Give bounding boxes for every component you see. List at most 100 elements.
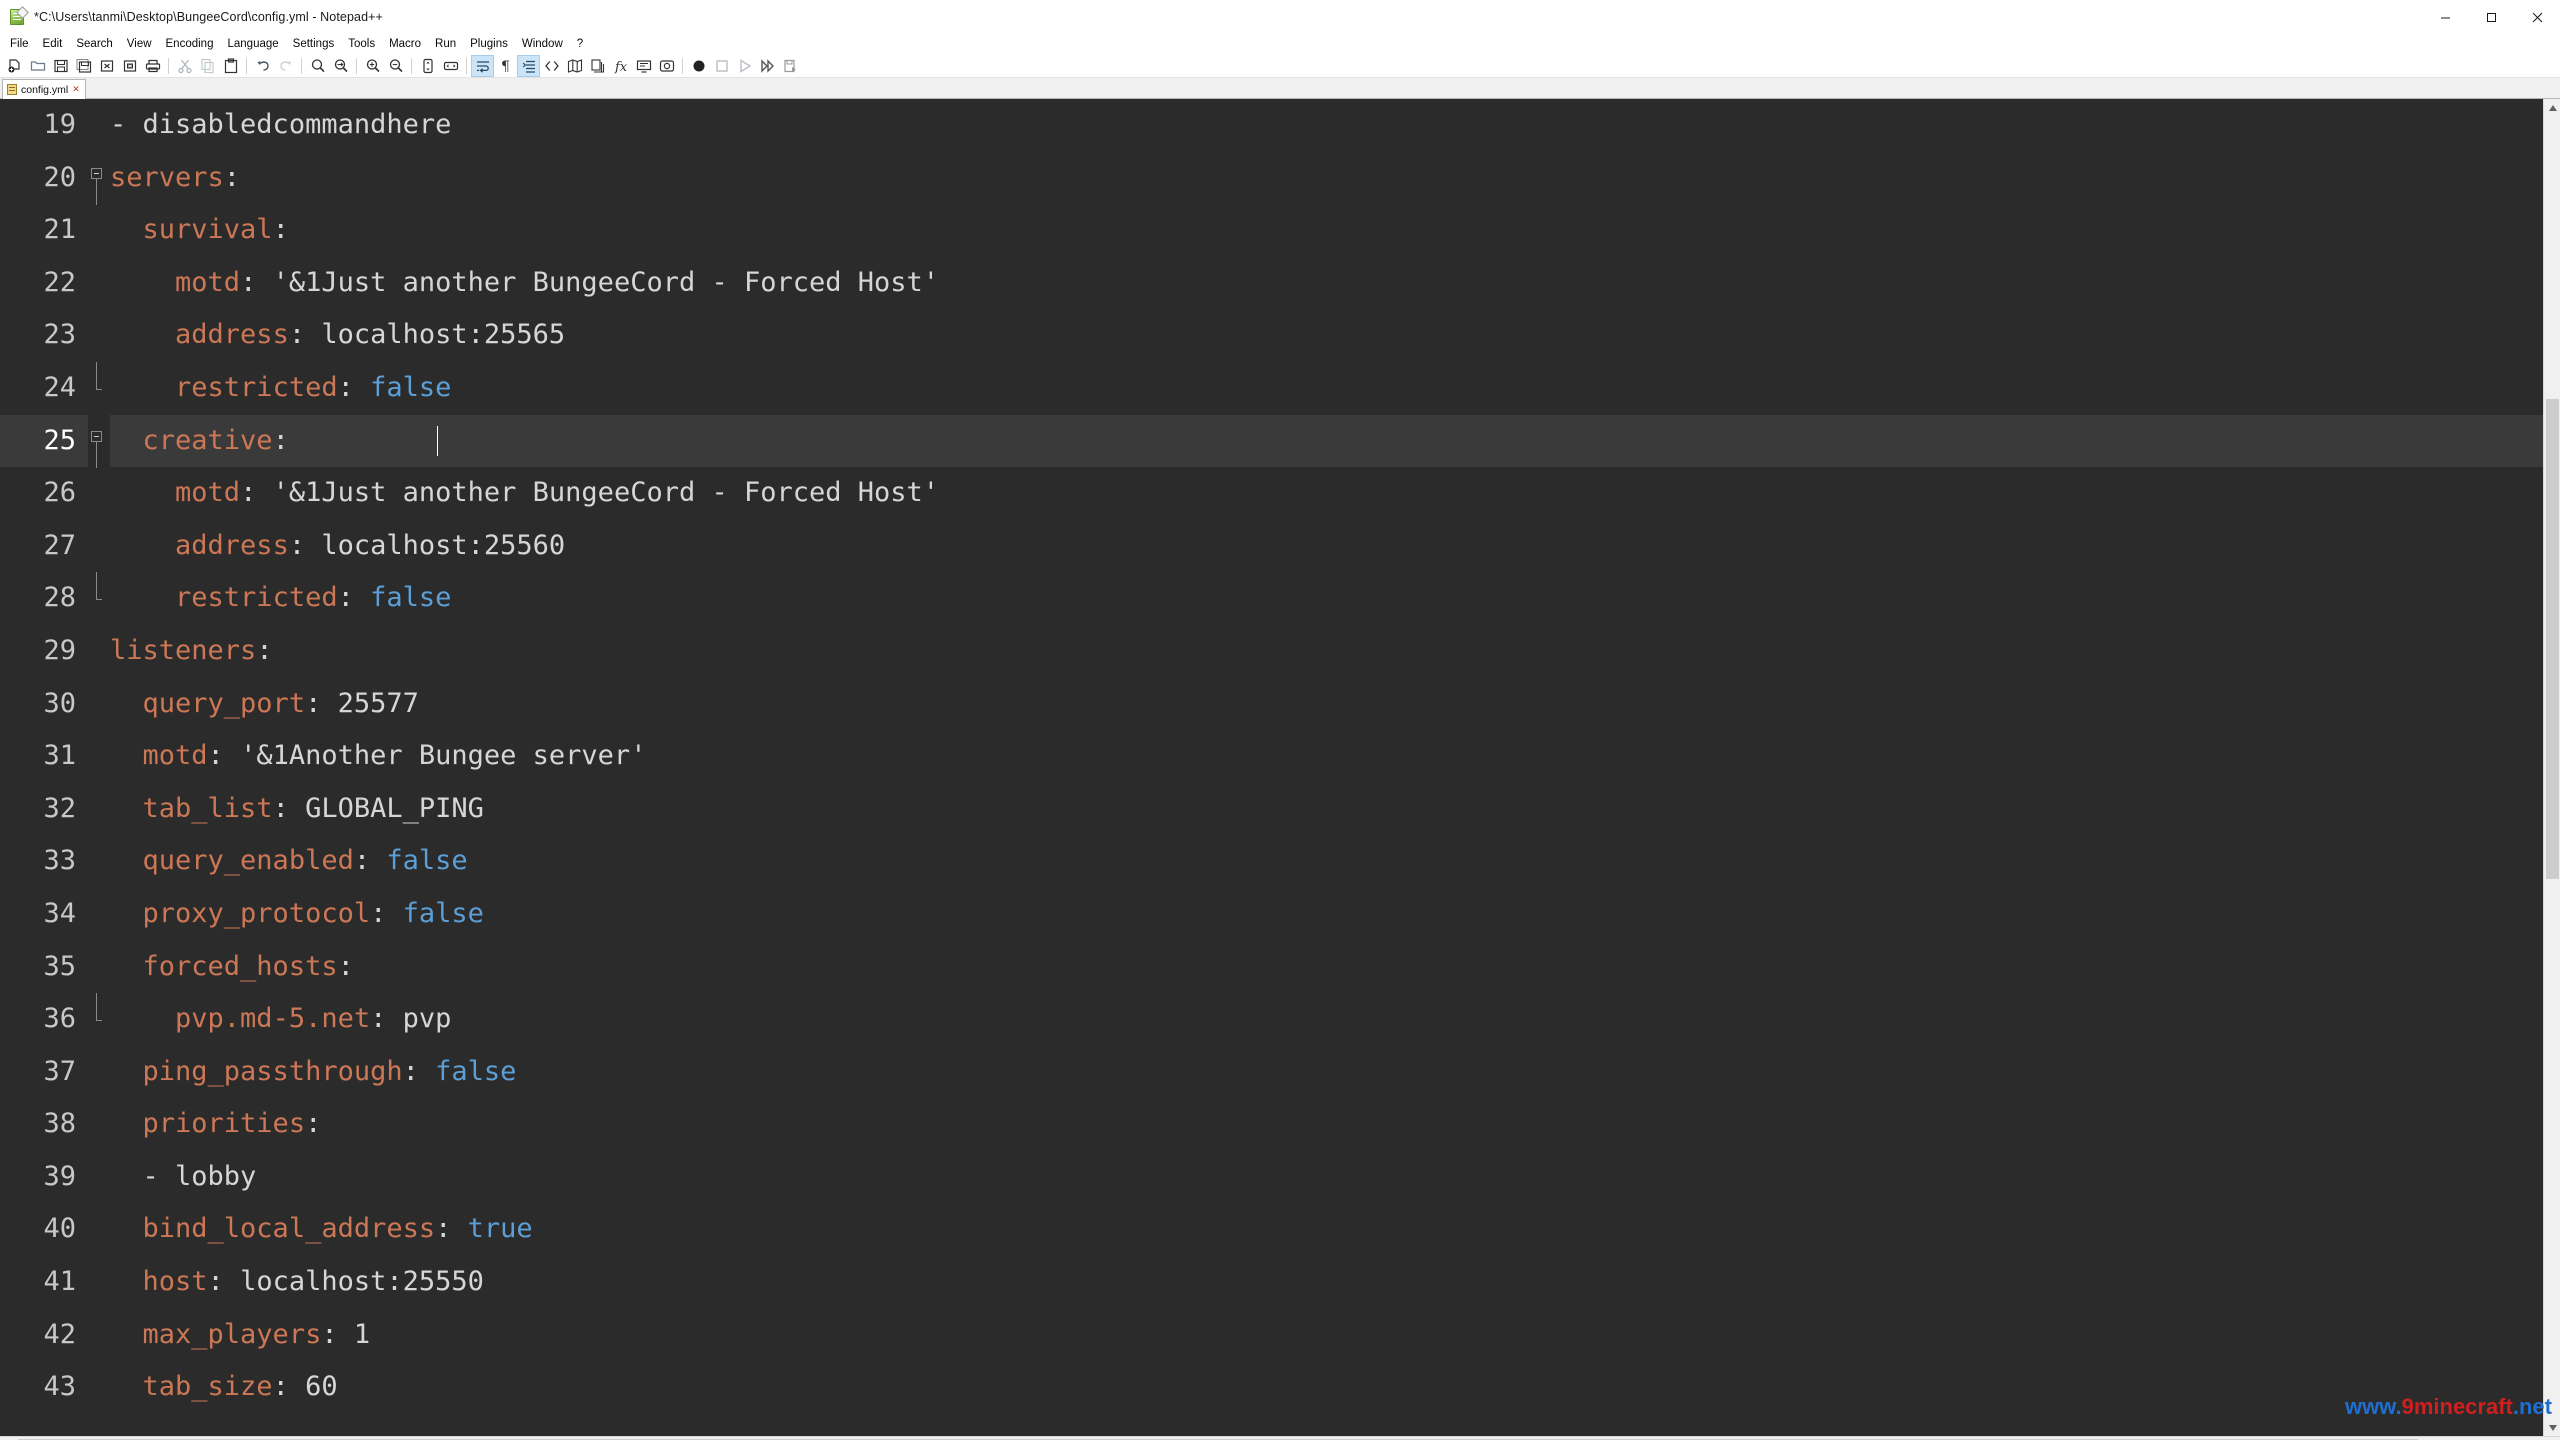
menu-item-language[interactable]: Language bbox=[220, 35, 285, 54]
scroll-down-icon[interactable] bbox=[2544, 1419, 2560, 1436]
close-button[interactable] bbox=[2514, 0, 2560, 34]
menu-item-[interactable]: ? bbox=[570, 35, 590, 54]
menu-item-view[interactable]: View bbox=[120, 35, 159, 54]
menu-item-settings[interactable]: Settings bbox=[286, 35, 342, 54]
zoom-in-icon[interactable] bbox=[361, 55, 384, 77]
sync-horizontal-scroll-icon[interactable] bbox=[439, 55, 462, 77]
menu-item-edit[interactable]: Edit bbox=[36, 35, 70, 54]
save-icon[interactable] bbox=[49, 55, 72, 77]
code-line[interactable]: 34 proxy_protocol: false bbox=[0, 888, 2560, 941]
code-text[interactable]: query_enabled: false bbox=[110, 835, 2560, 888]
print-icon[interactable] bbox=[141, 55, 164, 77]
code-line[interactable]: 42 max_players: 1 bbox=[0, 1309, 2560, 1362]
show-html-tag-icon[interactable] bbox=[540, 55, 563, 77]
code-rows[interactable]: 19- disabledcommandhere 20 servers: 21 surv… bbox=[0, 99, 2560, 1436]
new-file-icon[interactable] bbox=[3, 55, 26, 77]
save-all-icon[interactable] bbox=[72, 55, 95, 77]
macro-play-multiple-icon[interactable] bbox=[756, 55, 779, 77]
code-line[interactable]: 28 restricted: false bbox=[0, 572, 2560, 625]
tab-close-icon[interactable]: ✕ bbox=[72, 85, 80, 94]
scroll-up-icon[interactable] bbox=[2544, 99, 2560, 116]
copy-icon[interactable] bbox=[196, 55, 219, 77]
minimize-button[interactable] bbox=[2422, 0, 2468, 34]
code-text[interactable]: listeners: bbox=[110, 625, 2560, 678]
code-line[interactable]: 24 restricted: false bbox=[0, 361, 2560, 415]
code-line[interactable]: 19 - disabledcommandhere bbox=[0, 99, 2560, 152]
menu-item-macro[interactable]: Macro bbox=[382, 35, 428, 54]
close-all-files-icon[interactable] bbox=[118, 55, 141, 77]
code-text[interactable]: - lobby bbox=[110, 1151, 2560, 1204]
code-text[interactable]: restricted: false bbox=[110, 572, 2560, 625]
code-line[interactable]: 32 tab_list: GLOBAL_PING bbox=[0, 783, 2560, 836]
code-text[interactable]: pvp.md-5.net: pvp bbox=[110, 993, 2560, 1046]
code-text[interactable]: address: localhost:25560 bbox=[110, 520, 2560, 573]
vertical-scroll-thumb[interactable] bbox=[2546, 399, 2559, 879]
redo-icon[interactable] bbox=[274, 55, 297, 77]
menu-item-run[interactable]: Run bbox=[428, 35, 463, 54]
sync-vertical-scroll-icon[interactable] bbox=[416, 55, 439, 77]
code-line[interactable]: 21 survival: bbox=[0, 204, 2560, 257]
code-text[interactable]: forced_hosts: bbox=[110, 941, 2560, 994]
fold-marker[interactable] bbox=[88, 152, 110, 205]
code-text[interactable]: motd: '&1Just another BungeeCord - Force… bbox=[110, 467, 2560, 520]
code-text[interactable]: query_port: 25577 bbox=[110, 678, 2560, 731]
close-file-icon[interactable] bbox=[95, 55, 118, 77]
maximize-button[interactable] bbox=[2468, 0, 2514, 34]
code-line[interactable]: 29 listeners: bbox=[0, 625, 2560, 678]
cut-icon[interactable] bbox=[173, 55, 196, 77]
code-text[interactable]: tab_size: 60 bbox=[110, 1361, 2560, 1414]
code-line[interactable]: 31 motd: '&1Another Bungee server' bbox=[0, 730, 2560, 783]
show-all-characters-icon[interactable]: ¶ bbox=[494, 55, 517, 77]
code-line[interactable]: 25 creative: bbox=[0, 414, 2560, 468]
macro-stop-icon[interactable] bbox=[710, 55, 733, 77]
menu-item-search[interactable]: Search bbox=[69, 35, 119, 54]
function-completion-icon[interactable]: fx bbox=[609, 55, 632, 77]
code-line[interactable]: 30 query_port: 25577 bbox=[0, 678, 2560, 731]
code-text[interactable]: max_players: 1 bbox=[110, 1309, 2560, 1362]
fold-marker[interactable] bbox=[88, 415, 110, 468]
word-wrap-icon[interactable] bbox=[471, 54, 494, 77]
code-line[interactable]: 40 bind_local_address: true bbox=[0, 1203, 2560, 1256]
code-line[interactable]: 35 forced_hosts: bbox=[0, 941, 2560, 994]
code-text[interactable]: servers: bbox=[110, 152, 2560, 205]
menu-item-file[interactable]: File bbox=[3, 35, 36, 54]
code-text[interactable]: creative: bbox=[110, 414, 2560, 468]
code-text[interactable]: motd: '&1Another Bungee server' bbox=[110, 730, 2560, 783]
code-text[interactable]: priorities: bbox=[110, 1098, 2560, 1151]
macro-play-icon[interactable] bbox=[733, 55, 756, 77]
code-text[interactable]: ping_passthrough: false bbox=[110, 1046, 2560, 1099]
indent-guide-icon[interactable] bbox=[517, 54, 540, 77]
code-text[interactable]: host: localhost:25550 bbox=[110, 1256, 2560, 1309]
zoom-out-icon[interactable] bbox=[384, 55, 407, 77]
code-line[interactable]: 41 host: localhost:25550 bbox=[0, 1256, 2560, 1309]
monitoring-icon[interactable] bbox=[655, 55, 678, 77]
code-text[interactable]: motd: '&1Just another BungeeCord - Force… bbox=[110, 257, 2560, 310]
menu-item-tools[interactable]: Tools bbox=[341, 35, 382, 54]
code-text[interactable]: bind_local_address: true bbox=[110, 1203, 2560, 1256]
find-icon[interactable] bbox=[306, 55, 329, 77]
menu-item-plugins[interactable]: Plugins bbox=[463, 35, 515, 54]
function-list-icon[interactable] bbox=[586, 55, 609, 77]
code-line[interactable]: 23 address: localhost:25565 bbox=[0, 309, 2560, 362]
code-line[interactable]: 26 motd: '&1Just another BungeeCord - Fo… bbox=[0, 467, 2560, 520]
undo-icon[interactable] bbox=[251, 55, 274, 77]
code-text[interactable]: proxy_protocol: false bbox=[110, 888, 2560, 941]
code-line[interactable]: 37 ping_passthrough: false bbox=[0, 1046, 2560, 1099]
code-line[interactable]: 22 motd: '&1Just another BungeeCord - Fo… bbox=[0, 257, 2560, 310]
horizontal-scrollbar[interactable] bbox=[0, 1436, 2560, 1440]
code-line[interactable]: 27 address: localhost:25560 bbox=[0, 520, 2560, 573]
paste-icon[interactable] bbox=[219, 55, 242, 77]
tab-config-yml[interactable]: config.yml ✕ bbox=[2, 79, 86, 99]
vertical-scrollbar[interactable] bbox=[2543, 99, 2560, 1436]
macro-record-icon[interactable] bbox=[687, 55, 710, 77]
code-text[interactable]: tab_list: GLOBAL_PING bbox=[110, 783, 2560, 836]
code-line[interactable]: 36 pvp.md-5.net: pvp bbox=[0, 993, 2560, 1046]
code-line[interactable]: 39 - lobby bbox=[0, 1151, 2560, 1204]
code-line[interactable]: 20 servers: bbox=[0, 152, 2560, 205]
code-line[interactable]: 43 tab_size: 60 bbox=[0, 1361, 2560, 1414]
distraction-free-icon[interactable] bbox=[632, 55, 655, 77]
open-file-icon[interactable] bbox=[26, 55, 49, 77]
macro-save-icon[interactable] bbox=[779, 55, 802, 77]
code-text[interactable]: address: localhost:25565 bbox=[110, 309, 2560, 362]
code-line[interactable]: 38 priorities: bbox=[0, 1098, 2560, 1151]
